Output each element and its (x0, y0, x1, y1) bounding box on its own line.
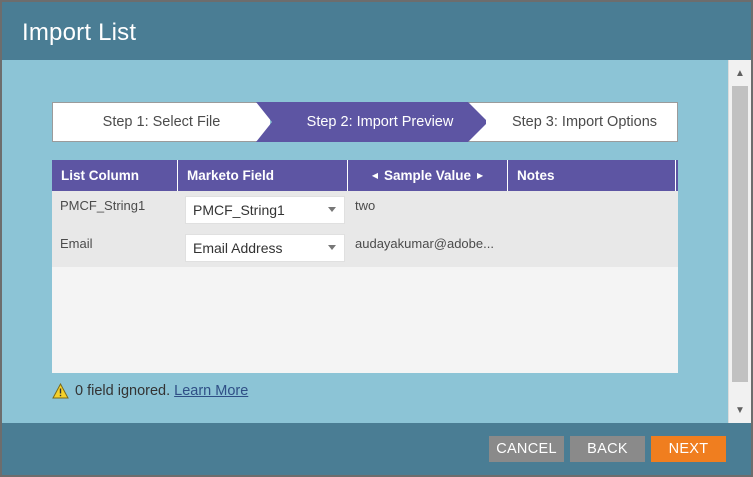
list-column-value: PMCF_String1 (60, 198, 146, 213)
chevron-left-icon[interactable]: ◀ (372, 171, 378, 180)
sample-value-label: Sample Value (383, 168, 472, 183)
dropdown-caret-icon (328, 207, 336, 212)
step-import-options[interactable]: Step 3: Import Options (468, 102, 678, 142)
scroll-up-icon[interactable]: ▲ (729, 62, 751, 84)
learn-more-link[interactable]: Learn More (174, 383, 248, 399)
select-value: PMCF_String1 (193, 202, 285, 218)
step-indicator: Step 1: Select File Step 3: Import Optio… (52, 102, 678, 142)
cancel-button[interactable]: CANCEL (489, 436, 564, 462)
ignored-fields-notice: 0 field ignored. Learn More (52, 383, 248, 399)
next-button[interactable]: NEXT (651, 436, 726, 462)
step-select-file[interactable]: Step 1: Select File (52, 102, 270, 142)
table-empty-area (52, 267, 678, 373)
warning-text: 0 field ignored. (75, 383, 171, 399)
step-label: Step 3: Import Options (511, 114, 658, 130)
table-header: List Column Marketo Field ◀ Sample Value… (52, 160, 678, 191)
dropdown-caret-icon (328, 245, 336, 250)
dialog-content: Step 1: Select File Step 3: Import Optio… (2, 60, 727, 423)
dialog-title: Import List (22, 19, 137, 46)
vertical-scrollbar[interactable]: ▲ ▼ (728, 60, 751, 423)
select-value: Email Address (193, 240, 283, 256)
list-column-value: Email (60, 236, 93, 251)
table-row: Email Email Address audayakumar@adobe... (52, 229, 678, 267)
table-row: PMCF_String1 PMCF_String1 two (52, 191, 678, 229)
import-preview-table: List Column Marketo Field ◀ Sample Value… (52, 160, 678, 373)
scroll-thumb[interactable] (732, 86, 748, 382)
header-sample-value: ◀ Sample Value ▶ (348, 160, 508, 191)
step-import-preview[interactable]: Step 2: Import Preview (256, 102, 486, 142)
marketo-field-select[interactable]: Email Address (185, 234, 345, 262)
import-list-dialog: Import List Step 1: Select File Step 3: … (0, 0, 753, 477)
warning-icon (52, 383, 69, 399)
sample-value: two (355, 198, 376, 213)
marketo-field-select[interactable]: PMCF_String1 (185, 196, 345, 224)
header-notes: Notes (508, 160, 676, 191)
back-button[interactable]: BACK (570, 436, 645, 462)
dialog-titlebar: Import List (2, 2, 751, 60)
header-list-column: List Column (52, 160, 178, 191)
sample-value: audayakumar@adobe... (355, 236, 494, 251)
dialog-footer: CANCEL BACK NEXT (2, 423, 751, 475)
step-label: Step 1: Select File (102, 114, 221, 130)
scroll-down-icon[interactable]: ▼ (729, 399, 751, 421)
header-marketo-field: Marketo Field (178, 160, 348, 191)
step-label: Step 2: Import Preview (306, 114, 454, 130)
chevron-right-icon[interactable]: ▶ (477, 171, 483, 180)
